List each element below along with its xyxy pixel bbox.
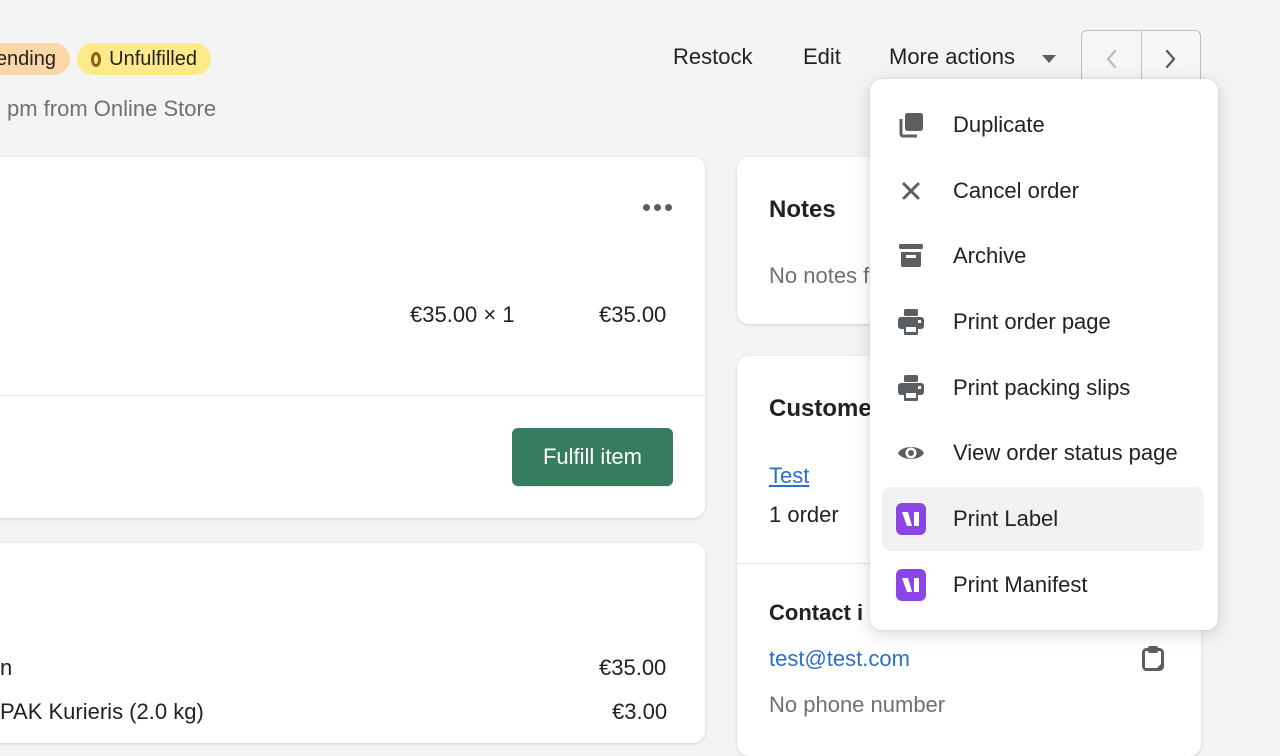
customer-title: Custome xyxy=(769,395,872,422)
close-icon xyxy=(896,176,926,206)
shipping-label: PAK Kurieris (2.0 kg) xyxy=(0,699,204,724)
eye-icon xyxy=(896,438,926,468)
edit-button[interactable]: Edit xyxy=(803,44,841,70)
more-actions-button[interactable]: More actions xyxy=(889,44,1015,70)
fulfill-item-button[interactable]: Fulfill item xyxy=(512,428,673,486)
chevron-left-icon xyxy=(1107,49,1117,69)
status-ring-icon xyxy=(91,51,102,67)
app-logo-icon xyxy=(896,503,926,535)
menu-item-label: Archive xyxy=(953,243,1027,268)
notes-empty-text: No notes f xyxy=(769,263,870,288)
payment-status-badge: ending xyxy=(0,43,70,75)
menu-item-label: Print order page xyxy=(953,309,1111,334)
customer-order-count: 1 order xyxy=(769,502,839,527)
unit-price-quantity: €35.00 × 1 xyxy=(410,302,515,327)
more-actions-menu: Duplicate Cancel order Archive Print ord… xyxy=(870,79,1218,630)
menu-item-label: Print packing slips xyxy=(953,375,1131,400)
restock-button[interactable]: Restock xyxy=(673,44,752,70)
customer-name-link[interactable]: Test xyxy=(769,463,809,489)
subtotal-value: €35.00 xyxy=(599,655,667,680)
shipping-value: €3.00 xyxy=(612,699,668,724)
menu-item-print-manifest[interactable]: Print Manifest xyxy=(882,553,1204,617)
menu-item-cancel-order[interactable]: Cancel order xyxy=(882,159,1204,223)
fulfillment-status-label: Unfulfilled xyxy=(109,47,197,70)
duplicate-icon xyxy=(896,110,926,140)
copy-email-button[interactable] xyxy=(1141,644,1165,677)
menu-item-label: Print Manifest xyxy=(953,572,1088,597)
contact-info-title: Contact i xyxy=(769,600,864,625)
customer-email-link[interactable]: test@test.com xyxy=(769,646,910,672)
fulfillment-status-badge: Unfulfilled xyxy=(77,43,211,75)
line-total: €35.00 xyxy=(599,302,667,327)
card-options-icon[interactable] xyxy=(643,204,672,211)
menu-item-duplicate[interactable]: Duplicate xyxy=(882,93,1204,157)
menu-item-label: Cancel order xyxy=(953,178,1079,203)
menu-item-label: Duplicate xyxy=(953,112,1045,137)
card-divider xyxy=(0,395,705,396)
menu-item-print-label[interactable]: Print Label xyxy=(882,487,1204,551)
menu-item-view-order-status[interactable]: View order status page xyxy=(882,421,1204,485)
menu-item-label: View order status page xyxy=(953,440,1178,465)
caret-down-icon[interactable] xyxy=(1042,55,1056,63)
customer-phone: No phone number xyxy=(769,692,946,717)
subtotal-label: n xyxy=(0,655,13,680)
menu-item-label: Print Label xyxy=(953,506,1059,531)
menu-item-archive[interactable]: Archive xyxy=(882,224,1204,288)
app-logo-icon xyxy=(896,569,926,601)
menu-item-print-order-page[interactable]: Print order page xyxy=(882,290,1204,354)
order-subtitle: pm from Online Store xyxy=(7,96,217,121)
printer-icon xyxy=(896,373,926,403)
notes-title: Notes xyxy=(769,196,836,223)
payment-status-label: ending xyxy=(0,47,56,70)
chevron-right-icon xyxy=(1165,49,1175,69)
archive-icon xyxy=(896,241,926,271)
menu-item-print-packing-slips[interactable]: Print packing slips xyxy=(882,356,1204,420)
printer-icon xyxy=(896,307,926,337)
clipboard-icon xyxy=(1142,646,1164,671)
